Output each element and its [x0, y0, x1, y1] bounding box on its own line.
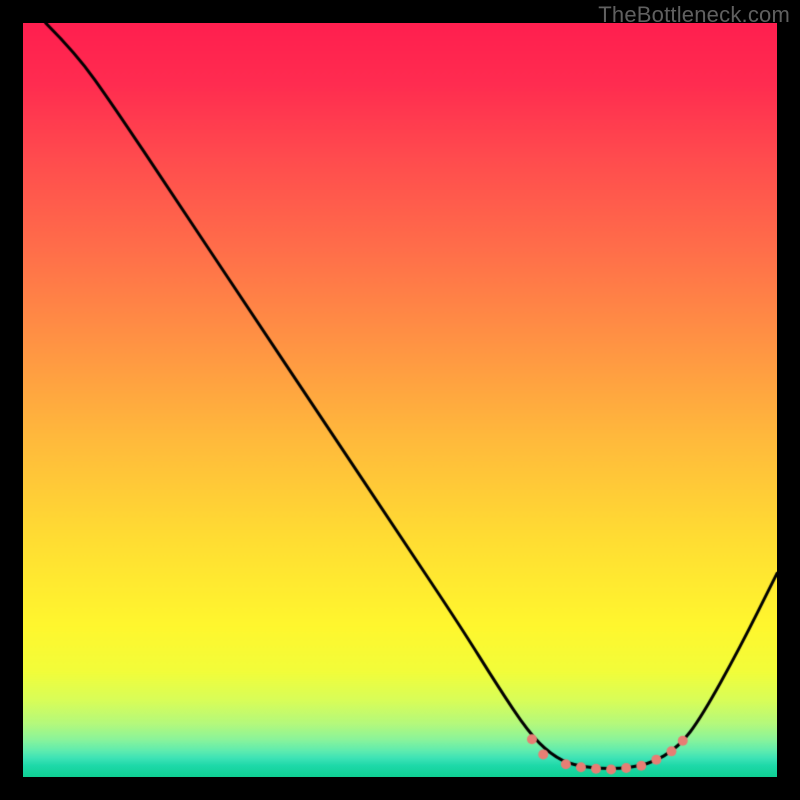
chart-frame: TheBottleneck.com: [0, 0, 800, 800]
watermark-text: TheBottleneck.com: [598, 2, 790, 28]
bottleneck-curve: [23, 23, 777, 777]
plot-area: [23, 23, 777, 777]
